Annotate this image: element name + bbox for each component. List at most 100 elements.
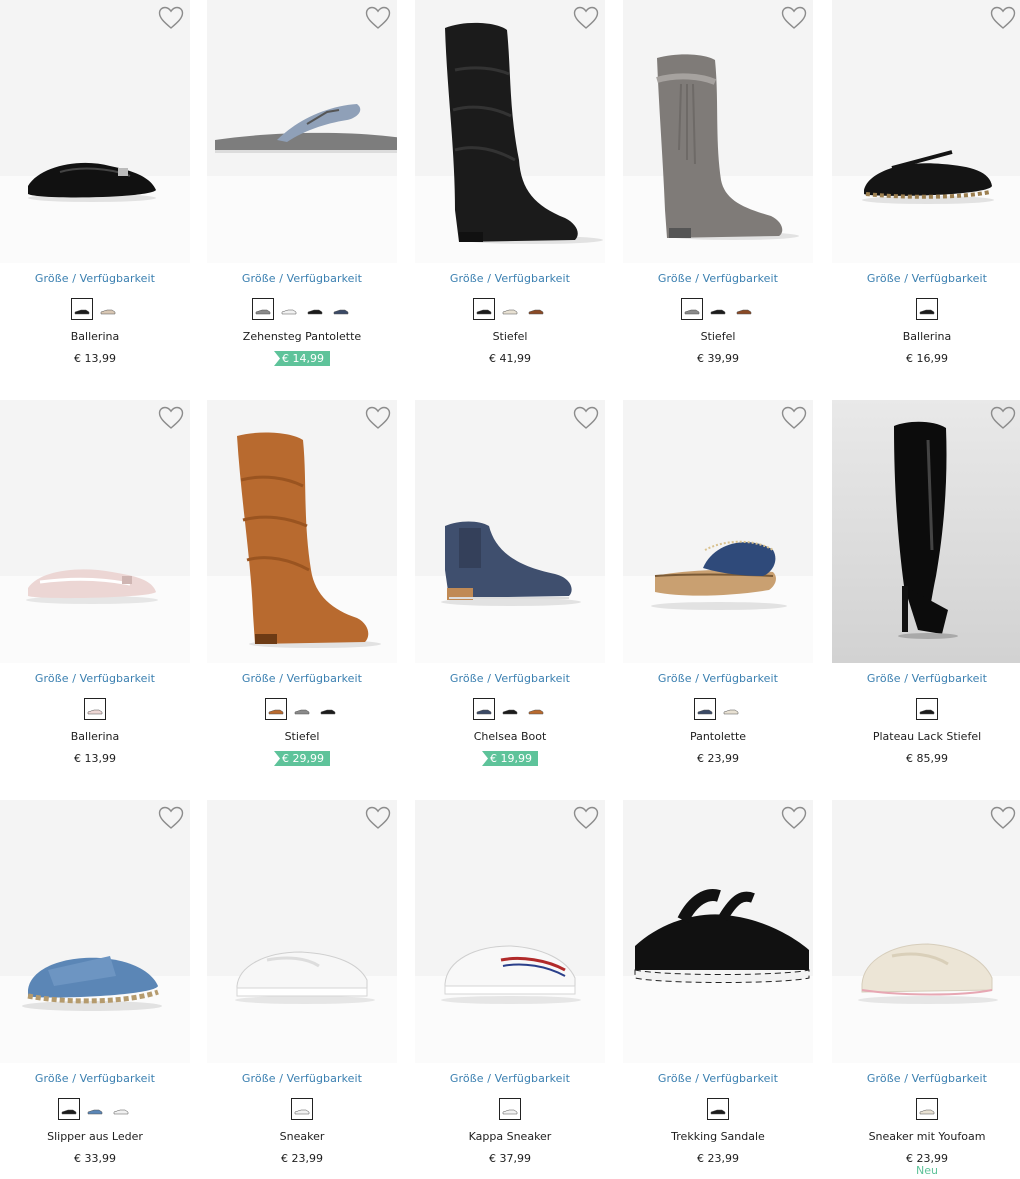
color-swatch-brown[interactable]: [525, 298, 547, 320]
wishlist-heart-icon[interactable]: [365, 406, 391, 430]
size-availability-link[interactable]: Größe / Verfügbarkeit: [415, 272, 605, 285]
size-availability-link[interactable]: Größe / Verfügbarkeit: [832, 672, 1020, 685]
color-swatch-black[interactable]: [58, 1098, 80, 1120]
wishlist-heart-icon[interactable]: [365, 806, 391, 830]
product-name[interactable]: Sneaker: [207, 1130, 397, 1143]
size-availability-link[interactable]: Größe / Verfügbarkeit: [207, 272, 397, 285]
size-availability-link[interactable]: Größe / Verfügbarkeit: [623, 672, 813, 685]
color-swatch-white[interactable]: [278, 298, 300, 320]
color-swatch-grey[interactable]: [252, 298, 274, 320]
product-card[interactable]: Größe / Verfügbarkeit Sneaker mit Youfoam…: [832, 800, 1020, 1179]
size-availability-link[interactable]: Größe / Verfügbarkeit: [623, 1072, 813, 1085]
color-swatch-beige[interactable]: [97, 298, 119, 320]
color-swatch-blue[interactable]: [84, 1098, 106, 1120]
product-image[interactable]: [623, 400, 813, 663]
color-swatch-white[interactable]: [499, 1098, 521, 1120]
size-availability-link[interactable]: Größe / Verfügbarkeit: [0, 272, 190, 285]
product-image[interactable]: [207, 400, 397, 663]
product-card[interactable]: Größe / Verfügbarkeit Stiefel € 41,99: [415, 0, 605, 390]
size-availability-link[interactable]: Größe / Verfügbarkeit: [415, 672, 605, 685]
color-swatch-grey[interactable]: [681, 298, 703, 320]
product-name[interactable]: Pantolette: [623, 730, 813, 743]
wishlist-heart-icon[interactable]: [781, 406, 807, 430]
product-name[interactable]: Chelsea Boot: [415, 730, 605, 743]
color-swatch-black[interactable]: [707, 1098, 729, 1120]
product-card[interactable]: Größe / Verfügbarkeit Stiefel € 29,99: [207, 400, 397, 790]
color-swatch-cream[interactable]: [720, 698, 742, 720]
product-card[interactable]: Größe / Verfügbarkeit Ballerina € 16,99: [832, 0, 1020, 390]
product-card[interactable]: Größe / Verfügbarkeit Ballerina € 13,99: [0, 0, 190, 390]
wishlist-heart-icon[interactable]: [573, 806, 599, 830]
color-swatch-cream[interactable]: [499, 298, 521, 320]
color-swatch-cognac[interactable]: [265, 698, 287, 720]
product-name[interactable]: Sneaker mit Youfoam: [832, 1130, 1020, 1143]
color-swatch-navy[interactable]: [694, 698, 716, 720]
color-swatch-black[interactable]: [71, 298, 93, 320]
color-swatch-black[interactable]: [304, 298, 326, 320]
product-card[interactable]: Größe / Verfügbarkeit Plateau Lack Stiefe…: [832, 400, 1020, 790]
wishlist-heart-icon[interactable]: [990, 406, 1016, 430]
product-name[interactable]: Slipper aus Leder: [0, 1130, 190, 1143]
product-name[interactable]: Ballerina: [832, 330, 1020, 343]
product-card[interactable]: Größe / Verfügbarkeit Stiefel € 39,99: [623, 0, 813, 390]
product-image[interactable]: [207, 800, 397, 1063]
wishlist-heart-icon[interactable]: [573, 406, 599, 430]
color-swatch-black[interactable]: [473, 298, 495, 320]
product-image[interactable]: [415, 800, 605, 1063]
product-name[interactable]: Zehensteg Pantolette: [207, 330, 397, 343]
color-swatch-grey[interactable]: [291, 698, 313, 720]
product-image[interactable]: [832, 400, 1020, 663]
product-card[interactable]: Größe / Verfügbarkeit Kappa Sneaker € 37,9…: [415, 800, 605, 1179]
product-name[interactable]: Stiefel: [415, 330, 605, 343]
product-image[interactable]: [0, 800, 190, 1063]
color-swatch-rose[interactable]: [84, 698, 106, 720]
wishlist-heart-icon[interactable]: [990, 6, 1016, 30]
wishlist-heart-icon[interactable]: [158, 806, 184, 830]
size-availability-link[interactable]: Größe / Verfügbarkeit: [415, 1072, 605, 1085]
color-swatch-navy[interactable]: [473, 698, 495, 720]
wishlist-heart-icon[interactable]: [990, 806, 1016, 830]
wishlist-heart-icon[interactable]: [781, 806, 807, 830]
size-availability-link[interactable]: Größe / Verfügbarkeit: [832, 1072, 1020, 1085]
color-swatch-black[interactable]: [707, 298, 729, 320]
size-availability-link[interactable]: Größe / Verfügbarkeit: [623, 272, 813, 285]
product-card[interactable]: Größe / Verfügbarkeit Slipper aus Leder € …: [0, 800, 190, 1179]
wishlist-heart-icon[interactable]: [158, 406, 184, 430]
product-image[interactable]: [623, 800, 813, 1063]
product-card[interactable]: Größe / Verfügbarkeit Trekking Sandale € 2…: [623, 800, 813, 1179]
product-name[interactable]: Stiefel: [207, 730, 397, 743]
product-image[interactable]: [623, 0, 813, 263]
size-availability-link[interactable]: Größe / Verfügbarkeit: [207, 672, 397, 685]
product-name[interactable]: Plateau Lack Stiefel: [832, 730, 1020, 743]
wishlist-heart-icon[interactable]: [781, 6, 807, 30]
product-card[interactable]: Größe / Verfügbarkeit Chelsea Boot € 19,99: [415, 400, 605, 790]
product-card[interactable]: Größe / Verfügbarkeit Pantolette € 23,99: [623, 400, 813, 790]
color-swatch-white[interactable]: [291, 1098, 313, 1120]
color-swatch-black[interactable]: [916, 698, 938, 720]
product-image[interactable]: [0, 400, 190, 663]
color-swatch-black[interactable]: [916, 298, 938, 320]
product-name[interactable]: Ballerina: [0, 330, 190, 343]
product-image[interactable]: [207, 0, 397, 263]
product-name[interactable]: Ballerina: [0, 730, 190, 743]
color-swatch-black[interactable]: [317, 698, 339, 720]
product-image[interactable]: [832, 800, 1020, 1063]
wishlist-heart-icon[interactable]: [365, 6, 391, 30]
color-swatch-brown[interactable]: [733, 298, 755, 320]
product-card[interactable]: Größe / Verfügbarkeit Zehensteg Pantolett…: [207, 0, 397, 390]
product-image[interactable]: [415, 400, 605, 663]
color-swatch-white[interactable]: [110, 1098, 132, 1120]
product-image[interactable]: [0, 0, 190, 263]
product-card[interactable]: Größe / Verfügbarkeit Sneaker € 23,99: [207, 800, 397, 1179]
size-availability-link[interactable]: Größe / Verfügbarkeit: [207, 1072, 397, 1085]
product-name[interactable]: Kappa Sneaker: [415, 1130, 605, 1143]
color-swatch-cognac[interactable]: [525, 698, 547, 720]
size-availability-link[interactable]: Größe / Verfügbarkeit: [832, 272, 1020, 285]
product-image[interactable]: [832, 0, 1020, 263]
wishlist-heart-icon[interactable]: [573, 6, 599, 30]
product-card[interactable]: Größe / Verfügbarkeit Ballerina € 13,99: [0, 400, 190, 790]
color-swatch-navy[interactable]: [330, 298, 352, 320]
product-name[interactable]: Stiefel: [623, 330, 813, 343]
wishlist-heart-icon[interactable]: [158, 6, 184, 30]
size-availability-link[interactable]: Größe / Verfügbarkeit: [0, 1072, 190, 1085]
